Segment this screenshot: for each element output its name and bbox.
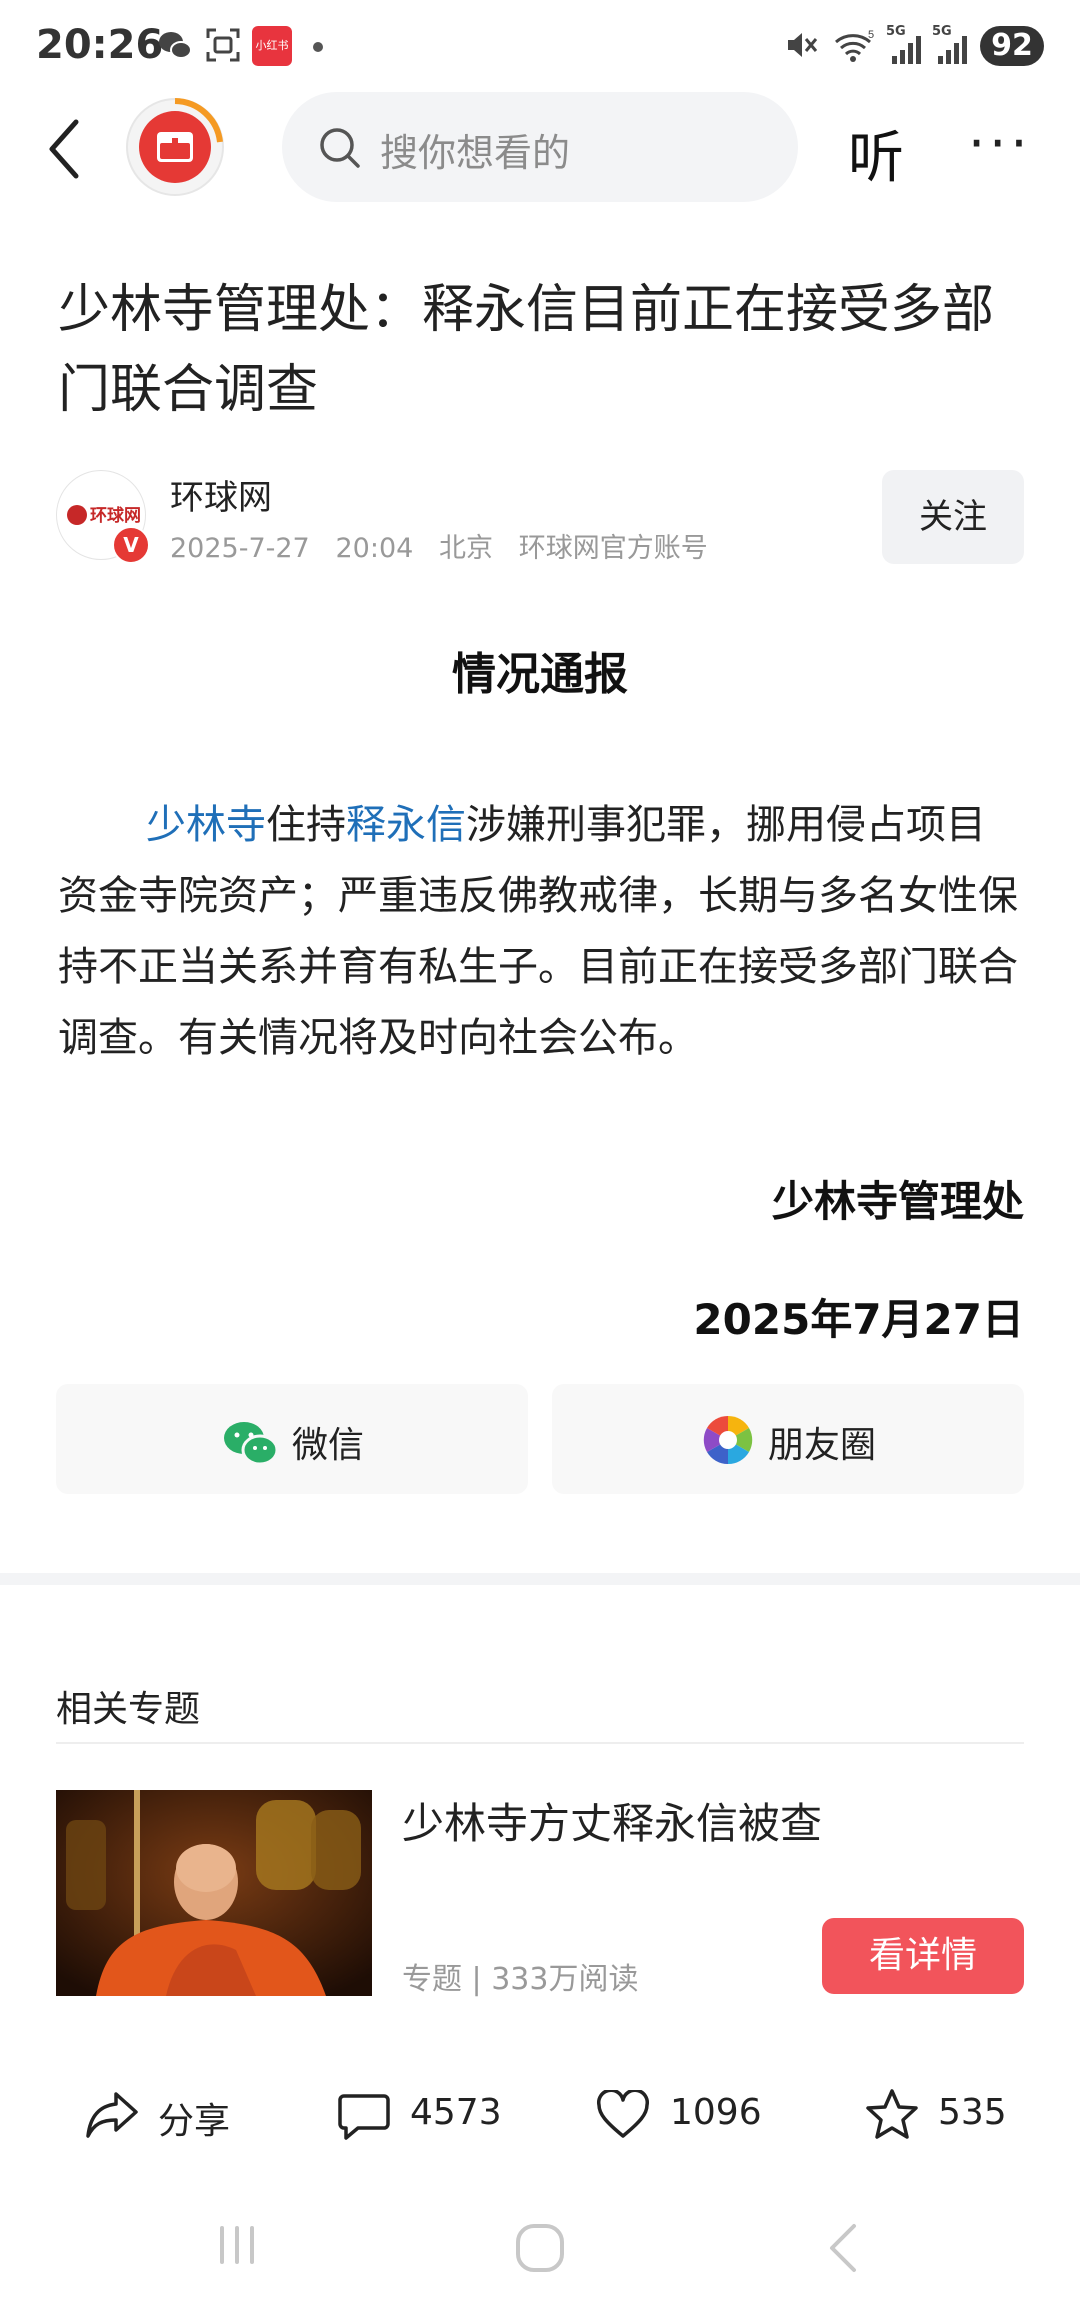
article-paragraph: 少林寺住持释永信涉嫌刑事犯罪，挪用侵占项目资金寺院资产；严重违反佛教戒律，长期与… — [58, 790, 1018, 1074]
related-section-title: 相关专题 — [56, 1689, 201, 1730]
more-button[interactable]: ··· — [968, 112, 1032, 175]
topic-type: 专题 — [402, 1962, 462, 1997]
search-icon — [320, 128, 360, 168]
section-line — [56, 1742, 1024, 1744]
publish-date: 2025-7-27 — [170, 533, 310, 564]
topic-image — [56, 1790, 372, 1996]
search-placeholder[interactable]: 搜你想看的 — [380, 122, 570, 177]
share-label[interactable]: 分享 — [158, 2092, 230, 2144]
svg-text:5: 5 — [868, 29, 874, 41]
recent-apps-icon[interactable] — [212, 2220, 262, 2270]
link-shaolin-temple[interactable]: 少林寺 — [146, 802, 266, 848]
view-detail-button[interactable]: 看详情 — [822, 1918, 1024, 1994]
sign-date: 2025年7月27日 — [693, 1295, 1024, 1344]
topic-title[interactable]: 少林寺方丈释永信被查 — [402, 1790, 822, 1851]
comment-count[interactable]: 4573 — [410, 2092, 502, 2133]
verified-badge: V — [112, 526, 150, 564]
topic-reads: 333万阅读 — [491, 1962, 639, 1997]
signature: 少林寺管理处 — [771, 1177, 1024, 1226]
share-moments-label[interactable]: 朋友圈 — [768, 1416, 876, 1468]
back-icon[interactable] — [44, 118, 84, 180]
favorite-count[interactable]: 535 — [938, 2092, 1007, 2133]
xiaohongshu-icon: 小红书 — [252, 26, 292, 66]
channel-avatar[interactable] — [124, 96, 226, 198]
favorite-star-icon[interactable] — [864, 2088, 920, 2142]
location: 北京 — [439, 533, 494, 564]
article-title: 少林寺管理处：释永信目前正在接受多部门联合调查 — [58, 280, 995, 420]
system-back-icon[interactable] — [822, 2220, 862, 2276]
paragraph-text: 住持 — [266, 802, 346, 848]
mute-icon — [788, 33, 818, 57]
wechat-icon — [159, 32, 192, 59]
share-icon[interactable] — [84, 2090, 140, 2140]
like-icon[interactable] — [596, 2090, 650, 2140]
status-time: 20:26 — [36, 22, 164, 68]
follow-button[interactable]: 关注 — [882, 470, 1024, 564]
battery-icon: 92 — [980, 26, 1044, 66]
dot-icon — [313, 42, 323, 52]
topic-meta: 专题 | 333万阅读 — [402, 1962, 639, 1997]
notice-heading: 情况通报 — [452, 649, 628, 700]
home-icon[interactable] — [512, 2220, 568, 2276]
link-shi-yongxin[interactable]: 释永信 — [346, 802, 466, 848]
wechat-icon — [224, 1422, 279, 1466]
publish-time: 20:04 — [335, 533, 414, 564]
scan-icon — [206, 28, 240, 62]
author-logo-text: 环球网 — [90, 506, 141, 526]
author-name[interactable]: 环球网 — [170, 470, 272, 519]
section-divider — [0, 1573, 1080, 1585]
article-meta: 2025-7-27 20:04 北京 环球网官方账号 — [170, 526, 708, 565]
listen-button[interactable]: 听 — [848, 113, 904, 194]
like-count[interactable]: 1096 — [670, 2092, 762, 2133]
wifi-icon: 5 — [835, 29, 874, 62]
share-wechat-label[interactable]: 微信 — [292, 1416, 364, 1468]
comment-icon[interactable] — [338, 2092, 390, 2142]
topic-thumbnail[interactable] — [56, 1790, 372, 1996]
channel-logo-icon — [126, 98, 224, 196]
account-type: 环球网官方账号 — [518, 533, 708, 564]
moments-icon — [703, 1415, 753, 1465]
